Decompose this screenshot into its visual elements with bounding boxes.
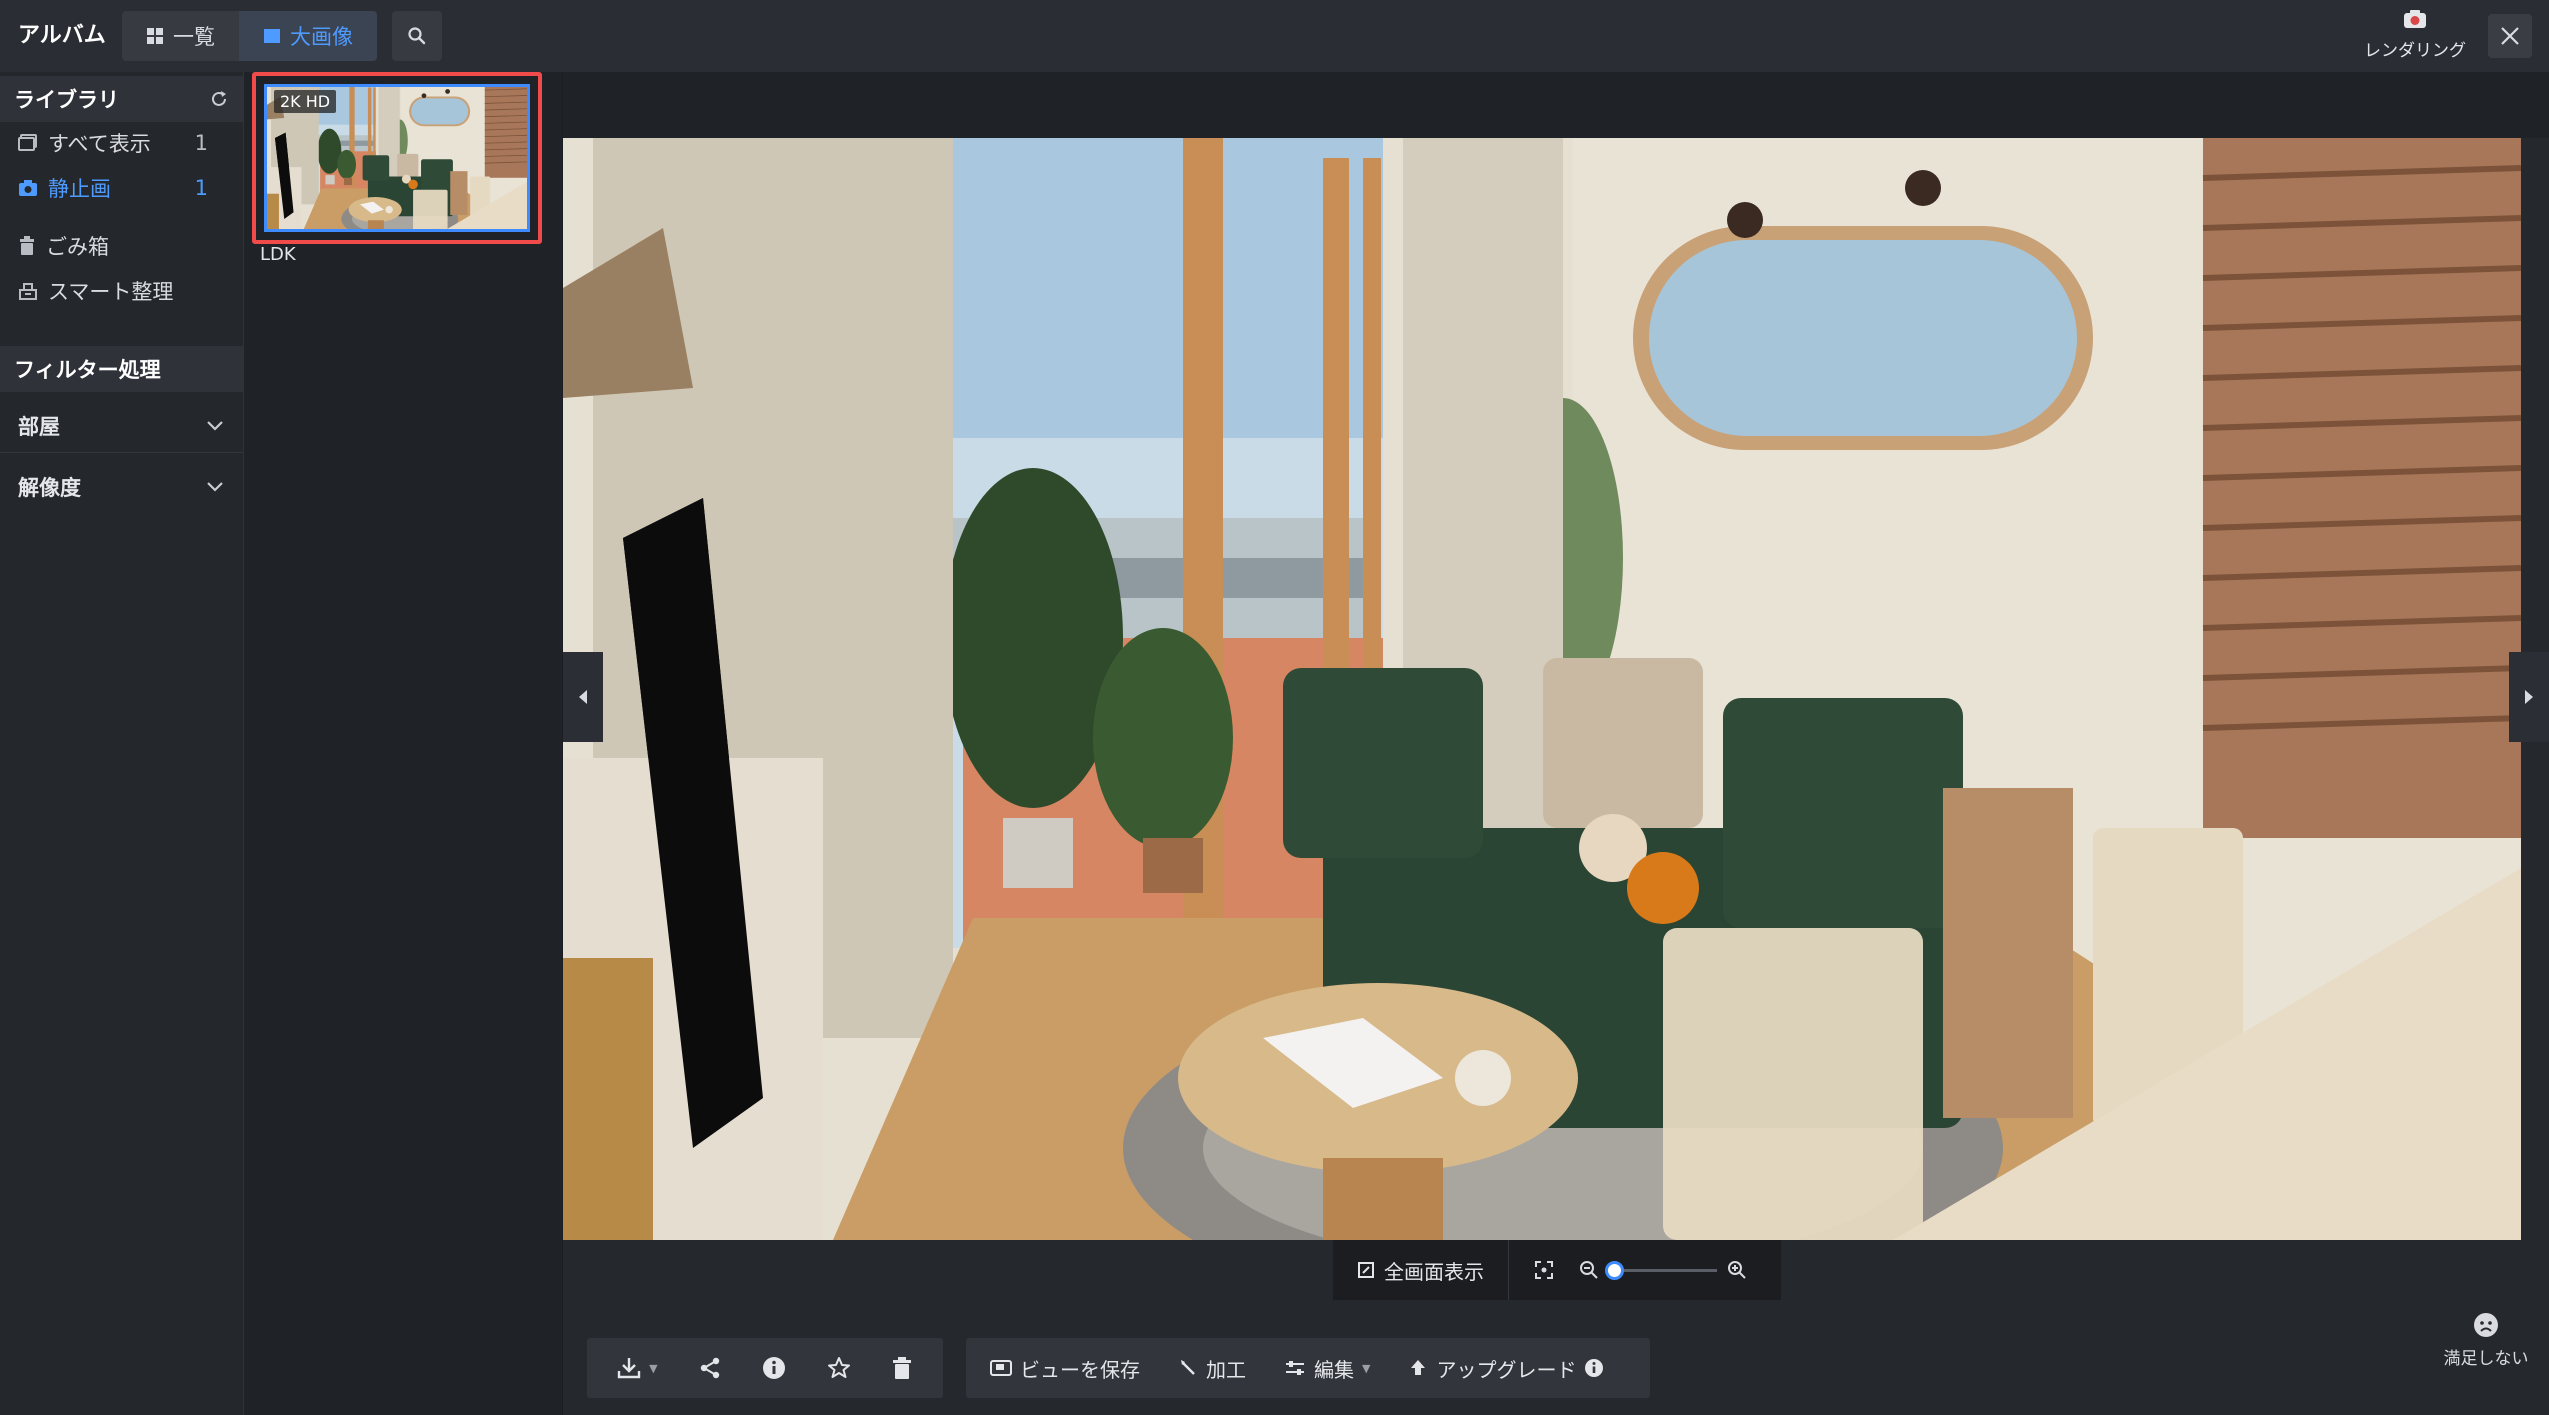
download-icon bbox=[617, 1357, 641, 1379]
save-view-button[interactable]: ビューを保存 bbox=[990, 1354, 1140, 1383]
sidebar-item-trash-label: ごみ箱 bbox=[46, 235, 109, 259]
sidebar-item-still[interactable]: 静止画 1 bbox=[18, 168, 208, 208]
edit-label: 編集 bbox=[1314, 1357, 1354, 1382]
zoom-in-icon[interactable] bbox=[1727, 1260, 1747, 1280]
grid-icon bbox=[146, 27, 164, 45]
info-button[interactable] bbox=[762, 1356, 786, 1380]
image-viewer: 全画面表示 ▼ ビューを保存 加工 編集 ▼ アップグレード 満足しない bbox=[563, 72, 2549, 1415]
thumbnail-column: 2K HD LDK bbox=[244, 72, 562, 1415]
info-icon bbox=[762, 1356, 786, 1380]
zoom-slider[interactable] bbox=[1605, 1260, 1717, 1280]
large-view-label: 大画像 bbox=[290, 25, 353, 49]
trash-icon bbox=[18, 236, 36, 256]
process-label: 加工 bbox=[1206, 1357, 1246, 1382]
caret-down-icon: ▼ bbox=[1362, 1361, 1371, 1375]
thumbnail-card[interactable]: 2K HD bbox=[252, 72, 542, 244]
save-view-icon bbox=[990, 1358, 1012, 1378]
search-button[interactable] bbox=[392, 11, 442, 61]
chevron-left-icon bbox=[577, 689, 589, 705]
save-view-label: ビューを保存 bbox=[1020, 1357, 1140, 1382]
filter-title: フィルター処理 bbox=[14, 358, 161, 382]
chevron-down-icon bbox=[206, 481, 224, 493]
filter-resolution-label: 解像度 bbox=[18, 476, 81, 500]
sidebar-item-still-count: 1 bbox=[194, 176, 208, 200]
favorite-button[interactable] bbox=[827, 1356, 851, 1380]
filter-room[interactable]: 部屋 bbox=[18, 406, 224, 446]
sidebar-item-smart[interactable]: スマート整理 bbox=[18, 271, 208, 311]
zoom-control bbox=[1579, 1260, 1747, 1280]
render-button[interactable]: レンダリング bbox=[2360, 8, 2470, 66]
zoom-out-icon[interactable] bbox=[1579, 1260, 1599, 1280]
library-title: ライブラリ bbox=[14, 88, 119, 112]
camera-icon bbox=[2402, 8, 2428, 30]
sidebar-item-trash[interactable]: ごみ箱 bbox=[18, 226, 208, 266]
zoom-slider-handle[interactable] bbox=[1605, 1260, 1624, 1280]
zoom-bar: 全画面表示 bbox=[1333, 1240, 1781, 1300]
top-bar: アルバム 一覧 大画像 レンダリング bbox=[0, 0, 2549, 72]
render-label: レンダリング bbox=[2364, 41, 2466, 61]
library-header: ライブラリ bbox=[0, 76, 243, 122]
share-icon bbox=[698, 1356, 722, 1380]
large-image-icon bbox=[263, 27, 281, 45]
chevron-down-icon bbox=[206, 420, 224, 432]
app-title: アルバム bbox=[18, 23, 106, 48]
large-view-button[interactable]: 大画像 bbox=[239, 11, 377, 61]
camera-icon bbox=[18, 179, 38, 197]
list-view-label: 一覧 bbox=[173, 25, 215, 49]
trash-icon bbox=[891, 1356, 913, 1380]
close-icon bbox=[2499, 25, 2521, 47]
refresh-icon[interactable] bbox=[209, 89, 229, 109]
filter-room-label: 部屋 bbox=[18, 415, 60, 439]
caret-down-icon: ▼ bbox=[649, 1361, 658, 1375]
download-button[interactable]: ▼ bbox=[617, 1357, 658, 1379]
resolution-badge: 2K HD bbox=[274, 90, 337, 113]
search-icon bbox=[407, 26, 427, 46]
star-icon bbox=[827, 1356, 851, 1380]
fit-screen-button[interactable] bbox=[1509, 1240, 1579, 1300]
feedback-button[interactable]: 満足しない bbox=[2431, 1312, 2541, 1382]
wand-icon bbox=[1178, 1358, 1198, 1378]
chevron-right-icon bbox=[2523, 689, 2535, 705]
album-icon bbox=[18, 134, 38, 152]
fullscreen-icon bbox=[1357, 1261, 1375, 1279]
view-toggle: 一覧 大画像 bbox=[122, 11, 377, 61]
filter-header: フィルター処理 bbox=[0, 346, 243, 392]
rendered-image[interactable] bbox=[563, 138, 2521, 1240]
viewer-top-strip bbox=[563, 72, 2549, 138]
sidebar: ライブラリ すべて表示 1 静止画 1 ごみ箱 スマート整理 フィルター処理 部… bbox=[0, 72, 244, 1415]
fit-screen-icon bbox=[1534, 1260, 1554, 1280]
upload-icon bbox=[1408, 1358, 1428, 1378]
sidebar-item-smart-label: スマート整理 bbox=[48, 280, 174, 304]
organize-icon bbox=[18, 281, 38, 301]
edit-button[interactable]: 編集 ▼ bbox=[1284, 1354, 1370, 1383]
sidebar-item-all-count: 1 bbox=[194, 131, 208, 155]
sliders-icon bbox=[1284, 1358, 1306, 1378]
upgrade-label: アップグレード bbox=[1436, 1357, 1577, 1382]
sidebar-item-all-label: すべて表示 bbox=[48, 132, 151, 156]
sidebar-item-all[interactable]: すべて表示 1 bbox=[18, 123, 208, 163]
prev-image-button[interactable] bbox=[563, 652, 603, 742]
image-actions-toolbar: ▼ bbox=[587, 1338, 943, 1398]
close-button[interactable] bbox=[2488, 14, 2532, 58]
feedback-label: 満足しない bbox=[2443, 1349, 2529, 1369]
share-button[interactable] bbox=[698, 1356, 722, 1380]
next-image-button[interactable] bbox=[2509, 652, 2549, 742]
divider bbox=[0, 452, 243, 453]
filter-resolution[interactable]: 解像度 bbox=[18, 467, 224, 507]
delete-button[interactable] bbox=[891, 1356, 913, 1380]
edit-toolbar: ビューを保存 加工 編集 ▼ アップグレード bbox=[966, 1338, 1650, 1398]
sad-face-icon bbox=[2473, 1312, 2499, 1338]
process-button[interactable]: 加工 bbox=[1178, 1354, 1246, 1383]
fullscreen-label: 全画面表示 bbox=[1384, 1259, 1484, 1284]
sidebar-item-still-label: 静止画 bbox=[48, 177, 111, 201]
list-view-button[interactable]: 一覧 bbox=[122, 11, 239, 61]
upgrade-button[interactable]: アップグレード bbox=[1408, 1354, 1604, 1383]
info-icon bbox=[1584, 1358, 1604, 1378]
fullscreen-button[interactable]: 全画面表示 bbox=[1333, 1240, 1509, 1300]
thumbnail-label: LDK bbox=[260, 244, 296, 265]
